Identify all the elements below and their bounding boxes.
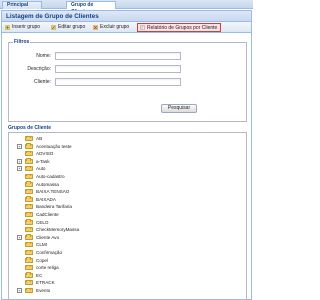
page-title: Listagem de Grupo de Clientes [2, 11, 251, 22]
folder-icon [25, 257, 33, 263]
tree-item-label: CLMI [36, 242, 47, 248]
tree-item-label: CELO [36, 219, 49, 225]
tree-item-label: Automassa [36, 181, 59, 187]
folder-icon [25, 287, 33, 293]
folder-icon [25, 150, 33, 157]
insert-group-label: Inserir grupo [12, 24, 41, 30]
folder-icon [25, 226, 33, 233]
nome-label: Nome: [36, 53, 51, 59]
tab-bar: Principal Grupo de Cliente [0, 0, 253, 15]
folder-icon [25, 158, 33, 164]
folder-icon [25, 241, 33, 248]
tree-item-label: BAIXADA [36, 196, 56, 202]
delete-icon [93, 25, 98, 30]
report-groups-by-client-button[interactable]: Relatório de Grupos por Cliente [137, 23, 222, 32]
tree-item-label: AB [36, 136, 43, 141]
expand-icon[interactable]: + [17, 234, 22, 240]
tab-principal[interactable]: Principal [2, 1, 42, 9]
main-panel: Listagem de Grupo de Clientes Inserir gr… [1, 10, 252, 300]
folder-icon [25, 181, 33, 187]
folder-icon [25, 249, 33, 255]
edit-group-button[interactable]: Editar grupo [51, 23, 85, 32]
tree-item-label: corte religa [36, 265, 59, 271]
cliente-input[interactable] [55, 78, 181, 86]
tab-grupo-de-cliente[interactable]: Grupo de Cliente [66, 1, 116, 15]
tree-item-label: CadCliente [36, 212, 59, 217]
tree-item-label: ADVISO [36, 151, 54, 157]
delete-group-label: Excluir grupo [100, 24, 130, 30]
folder-icon [25, 272, 33, 278]
tree-item-label: Evento [36, 288, 51, 293]
tree-item-label: Cliente Avo [36, 234, 60, 240]
edit-group-label: Editar grupo [58, 24, 86, 30]
add-icon [5, 25, 10, 30]
report-groups-label: Relatório de Grupos por Cliente [147, 25, 218, 31]
expand-icon[interactable]: + [17, 288, 22, 293]
tree-item-label: a-Task [36, 158, 50, 164]
tree-item-label: Bandeira Tarifaria [36, 204, 72, 210]
tree-item-label: Acentuação teste [36, 143, 72, 149]
folder-icon [25, 196, 33, 202]
client-groups-tree: AB + Acentuação teste ADVISO + a-Task + Auto Aut… [8, 132, 247, 300]
edit-icon [51, 25, 56, 30]
folder-icon [25, 219, 33, 225]
tree-item-label: Copel [36, 257, 49, 263]
search-button[interactable]: Pesquisar [161, 104, 197, 113]
tree-item-label: BAIXA TENSAO [36, 189, 70, 195]
descricao-input[interactable] [55, 65, 181, 73]
folder-icon [25, 203, 33, 210]
tree-item-label: Confirmação [36, 250, 63, 255]
nome-input[interactable] [55, 52, 181, 60]
expand-icon[interactable]: + [17, 166, 22, 172]
tree-item-label: Auto-cadastro [36, 174, 65, 179]
tree-item-label: Auto [36, 166, 46, 172]
insert-group-button[interactable]: Inserir grupo [5, 23, 40, 32]
report-icon [140, 25, 145, 30]
delete-group-button[interactable]: Excluir grupo [93, 23, 129, 32]
folder-icon [25, 143, 33, 149]
folder-icon [25, 135, 33, 141]
expand-icon[interactable]: + [17, 143, 22, 149]
folder-icon [25, 264, 33, 271]
tree-item-label: ETRACK [36, 280, 55, 286]
tree-item-label: CheckMemoryMassa [36, 227, 80, 233]
expand-icon[interactable]: + [17, 158, 22, 164]
folder-icon [25, 173, 33, 179]
tree-title: Grupos de Cliente [8, 125, 52, 131]
folder-icon [25, 188, 33, 195]
tree-item-label: EC [36, 272, 43, 278]
folder-icon [25, 234, 33, 240]
filters-fieldset: Filtros Nome: Descrição: Cliente: [8, 39, 247, 122]
folder-icon [25, 165, 33, 172]
cliente-label: Cliente: [34, 79, 51, 85]
toolbar: Inserir grupo Editar grupo Excluir grupo… [2, 22, 251, 33]
descricao-label: Descrição: [27, 66, 51, 72]
folder-icon [25, 211, 33, 217]
filters-legend: Filtros [13, 39, 31, 45]
folder-icon [25, 279, 33, 286]
